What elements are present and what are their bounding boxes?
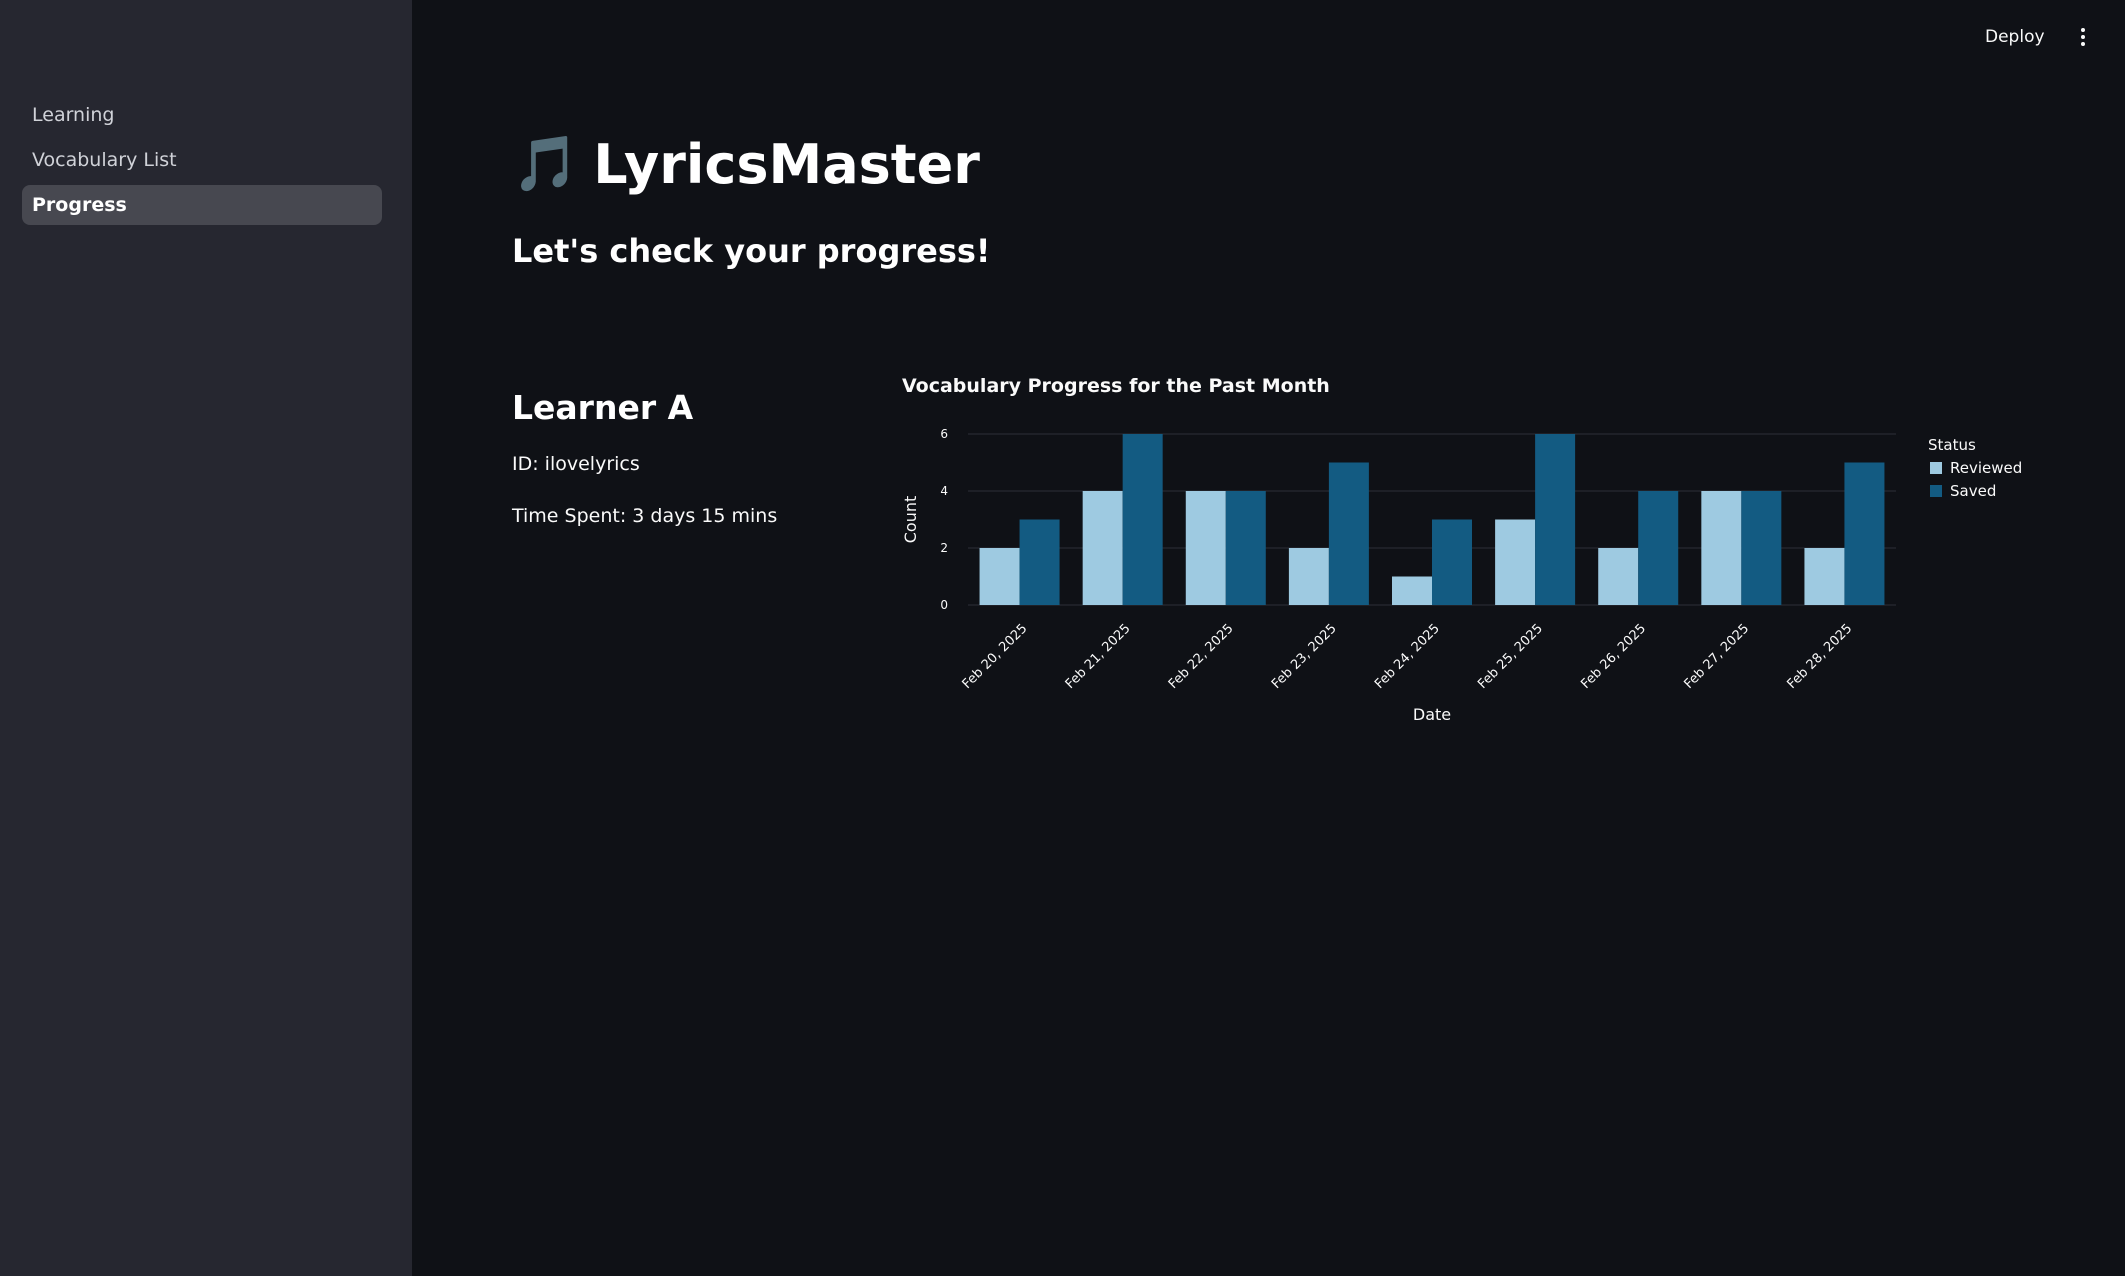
menu-dot (2081, 35, 2085, 39)
sidebar-item-label: Learning (32, 104, 115, 126)
y-axis-label: Count (901, 496, 920, 544)
bar-saved (1328, 462, 1369, 605)
bar-reviewed (1701, 491, 1742, 605)
bar-reviewed (1598, 548, 1639, 605)
learner-name: Learner A (512, 388, 694, 427)
bar-reviewed (1082, 491, 1123, 605)
learner-time-spent: Time Spent: 3 days 15 mins (512, 505, 778, 527)
deploy-label: Deploy (1985, 27, 2045, 47)
sidebar-item-label: Vocabulary List (32, 149, 177, 171)
sidebar: Learning Vocabulary List Progress (0, 0, 412, 1276)
y-tick-label: 4 (940, 484, 948, 498)
legend-swatch-reviewed (1930, 462, 1942, 474)
chart-title: Vocabulary Progress for the Past Month (902, 375, 1330, 397)
bar-saved (1225, 491, 1266, 605)
app-title-text: LyricsMaster (593, 132, 980, 196)
x-tick-label: Feb 21, 2025 (1063, 621, 1134, 692)
bar-saved (1019, 519, 1060, 605)
sidebar-item-vocabulary-list[interactable]: Vocabulary List (22, 140, 382, 180)
bar-reviewed (1392, 576, 1432, 605)
bar-reviewed (1288, 548, 1329, 605)
page-title: 🎵 LyricsMaster (512, 132, 980, 196)
y-tick-label: 2 (940, 541, 948, 555)
vocabulary-progress-chart: 0 2 4 6 Count Feb 20, 2025 Feb 21, 2025 Feb 22,… (901, 427, 2022, 724)
bar-saved (1741, 491, 1782, 605)
menu-dot (2081, 42, 2085, 46)
more-vertical-icon[interactable] (2070, 22, 2096, 52)
menu-dot (2081, 28, 2085, 32)
music-note-icon: 🎵 (512, 132, 580, 195)
x-tick-label: Feb 26, 2025 (1578, 621, 1649, 692)
learner-id: ID: ilovelyrics (512, 453, 640, 475)
x-tick-label: Feb 25, 2025 (1475, 621, 1546, 692)
bar-saved (1535, 434, 1576, 605)
bar-reviewed (979, 548, 1020, 605)
bar-saved (1844, 462, 1885, 605)
bar-reviewed (1495, 519, 1536, 605)
sidebar-item-label: Progress (32, 194, 127, 216)
page-subtitle: Let's check your progress! (512, 232, 991, 270)
x-tick-label: Feb 22, 2025 (1166, 621, 1237, 692)
bar-reviewed (1185, 491, 1226, 605)
legend-swatch-saved (1930, 485, 1942, 497)
x-axis-label: Date (1413, 705, 1451, 724)
app-root: Learning Vocabulary List Progress Deploy… (0, 0, 2125, 1276)
x-tick-label: Feb 27, 2025 (1681, 621, 1752, 692)
legend-label-saved: Saved (1950, 482, 1996, 500)
y-tick-label: 0 (940, 598, 948, 612)
bar-saved (1638, 491, 1679, 605)
bar-saved (1122, 434, 1163, 605)
y-tick-label: 6 (940, 427, 948, 441)
x-tick-label: Feb 24, 2025 (1372, 621, 1443, 692)
legend-title: Status (1928, 436, 1976, 454)
sidebar-item-learning[interactable]: Learning (22, 95, 382, 135)
sidebar-item-progress[interactable]: Progress (22, 185, 382, 225)
legend-label-reviewed: Reviewed (1950, 459, 2022, 477)
bar-saved (1432, 519, 1472, 605)
deploy-button[interactable]: Deploy (1985, 22, 2045, 52)
bar-reviewed (1804, 548, 1845, 605)
sidebar-nav: Learning Vocabulary List Progress (22, 95, 382, 230)
x-tick-label: Feb 23, 2025 (1269, 621, 1340, 692)
x-tick-label: Feb 28, 2025 (1785, 621, 1856, 692)
x-tick-label: Feb 20, 2025 (960, 621, 1031, 692)
